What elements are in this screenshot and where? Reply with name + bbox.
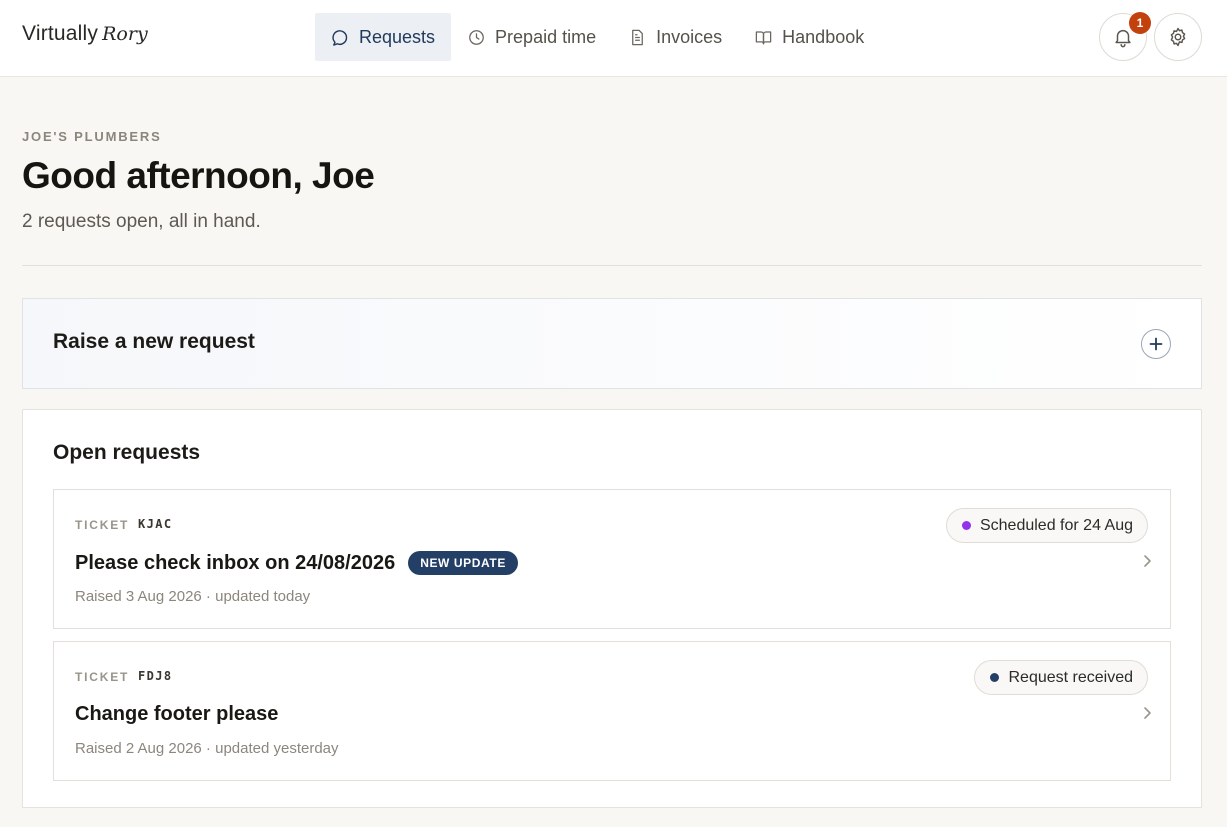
document-icon	[632, 29, 643, 45]
status-badge: Request received	[974, 660, 1148, 695]
logo[interactable]: Virtually Rory	[22, 22, 148, 54]
chat-bubble-icon	[332, 29, 348, 46]
nav-item-prepaid-time[interactable]: Prepaid time	[451, 13, 612, 61]
status-dot	[961, 521, 971, 530]
ticket-row[interactable]: TICKET FDJ8 Request received Change foot…	[53, 641, 1171, 781]
status-label: Scheduled for 24 Aug	[979, 516, 1133, 534]
status-label: Request received	[1008, 668, 1133, 686]
chevron-right-icon	[1144, 555, 1151, 567]
section-divider	[22, 265, 1202, 266]
ticket-code: FDJ8	[138, 669, 173, 683]
clock-icon	[469, 29, 484, 45]
ticket-row[interactable]: TICKET KJAC Scheduled for 24 Aug Please …	[53, 489, 1171, 629]
page-title: Good afternoon, Joe	[22, 155, 375, 196]
ticket-title-row: Change footer please	[75, 703, 278, 726]
ticket-title: Change footer please	[75, 703, 279, 725]
notifications-button[interactable]: 1	[1099, 12, 1151, 61]
logo-script: Rory	[102, 23, 148, 45]
open-requests-title: Open requests	[53, 441, 201, 464]
raise-request-title: Raise a new request	[53, 330, 255, 353]
gear-icon	[1170, 27, 1186, 47]
top-navigation-bar: Virtually Rory Requests Prepaid time Inv…	[0, 0, 1227, 77]
company-name: JOE'S PLUMBERS	[22, 129, 162, 144]
chevron-right-icon	[1144, 707, 1151, 719]
nav-item-label: Handbook	[782, 26, 865, 47]
main-nav: Requests Prepaid time Invoices Handbook	[315, 13, 880, 61]
ticket-title-row: Please check inbox on 24/08/2026 NEW UPD…	[75, 551, 518, 575]
logo-wordmark: Virtually	[22, 22, 99, 45]
requests-summary: 2 requests open, all in hand.	[22, 211, 261, 232]
nav-item-label: Invoices	[656, 26, 723, 47]
ticket-label: TICKET	[75, 518, 130, 532]
raise-request-card[interactable]: Raise a new request	[22, 298, 1202, 389]
ticket-title: Please check inbox on 24/08/2026	[75, 551, 396, 574]
expand-raise-request-button[interactable]	[1141, 329, 1171, 359]
book-icon	[755, 30, 772, 44]
ticket-code: KJAC	[138, 517, 173, 531]
nav-item-invoices[interactable]: Invoices	[612, 13, 738, 61]
status-dot	[990, 673, 1000, 682]
notification-count-badge: 1	[1129, 12, 1151, 34]
status-badge: Scheduled for 24 Aug	[945, 508, 1148, 543]
ticket-label: TICKET	[75, 670, 130, 684]
ticket-meta: Raised 3 Aug 2026 · updated today	[75, 588, 311, 605]
open-requests-card: Open requests TICKET KJAC Scheduled for …	[22, 409, 1202, 808]
nav-item-requests[interactable]: Requests	[315, 13, 452, 61]
plus-icon	[1149, 337, 1163, 351]
nav-item-label: Requests	[359, 26, 436, 47]
new-update-badge: NEW UPDATE	[408, 551, 518, 575]
ticket-meta: Raised 2 Aug 2026 · updated yesterday	[75, 740, 339, 757]
nav-item-label: Prepaid time	[495, 26, 597, 47]
settings-button[interactable]	[1154, 13, 1202, 61]
nav-item-handbook[interactable]: Handbook	[738, 13, 880, 61]
